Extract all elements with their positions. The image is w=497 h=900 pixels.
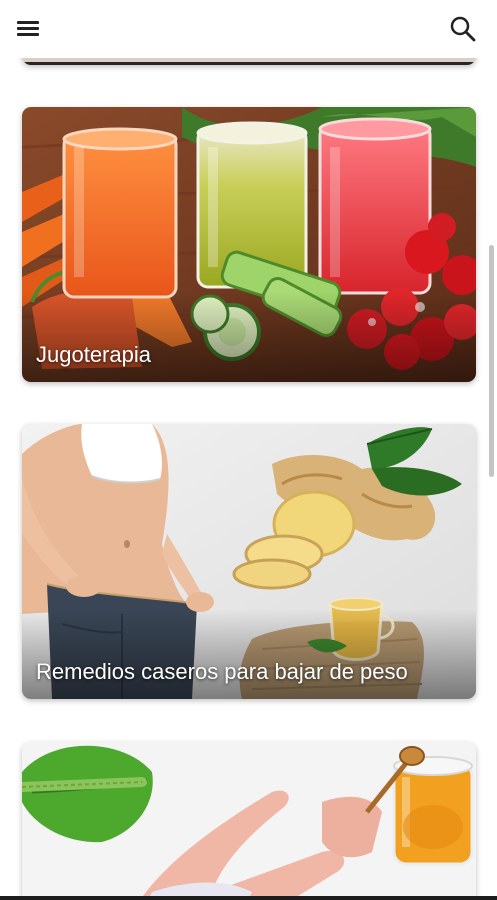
plantain-leaf-honey-photo — [22, 742, 476, 900]
bottom-divider — [0, 896, 497, 900]
category-feed: Jugoterapia Remedios caseros para bajar … — [0, 0, 497, 900]
scrollbar[interactable] — [489, 245, 494, 477]
hamburger-menu-icon[interactable] — [14, 16, 42, 42]
menu-line-2 — [17, 27, 39, 30]
app-bar — [0, 0, 497, 58]
card-third[interactable] — [22, 742, 476, 900]
menu-line-3 — [17, 33, 39, 36]
card-remedios-bajar-peso[interactable]: Remedios caseros para bajar de peso — [22, 424, 476, 699]
card-remedios-shade — [22, 609, 476, 699]
card-jugoterapia[interactable]: Jugoterapia — [22, 107, 476, 382]
menu-line-1 — [17, 21, 39, 24]
card-previous-edge — [22, 62, 476, 65]
search-icon[interactable] — [448, 14, 478, 44]
card-jugoterapia-title: Jugoterapia — [36, 342, 151, 367]
card-jugoterapia-shade — [22, 292, 476, 382]
card-remedios-title: Remedios caseros para bajar de peso — [36, 659, 408, 684]
